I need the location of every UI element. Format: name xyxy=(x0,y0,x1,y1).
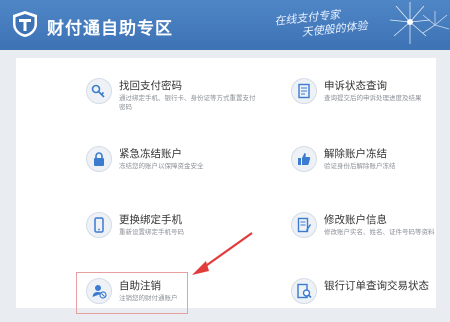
header-bar: 财付通自助专区 在线支付专家 天使般的体验 xyxy=(0,0,450,50)
dandelion-small-icon xyxy=(422,11,450,34)
item-desc: 查询提交后的申诉处理进度及结果 xyxy=(324,95,422,102)
bank-order-query-item[interactable]: 银行订单查询交易状态 xyxy=(291,278,450,322)
document-edit-icon xyxy=(291,212,317,238)
unfreeze-account-item[interactable]: 解除账户冻结 验证身份后解除账户冻结 xyxy=(291,146,450,190)
phone-icon xyxy=(86,212,112,238)
item-title: 银行订单查询交易状态 xyxy=(324,280,429,292)
modify-account-info-item[interactable]: 修改账户信息 修改账户实名、姓名、证件号码等资料 xyxy=(291,212,450,256)
find-payment-password-item[interactable]: 找回支付密码 通过绑定手机、银行卡、身份证等方式重置支付 密码 xyxy=(86,78,266,122)
red-arrow-annotation-icon xyxy=(192,232,253,275)
item-title: 找回支付密码 xyxy=(119,80,182,92)
item-desc: 验证身份后解除账户冻结 xyxy=(324,163,396,170)
document-icon xyxy=(291,78,317,104)
page-title: 财付通自助专区 xyxy=(47,19,173,38)
tenpay-shield-logo-icon xyxy=(13,11,37,37)
key-icon xyxy=(86,78,112,104)
item-title: 申诉状态查询 xyxy=(324,80,387,92)
item-title: 修改账户信息 xyxy=(324,214,387,226)
emergency-freeze-item[interactable]: 紧急冻结账户 冻结您的账户以保障资金安全 xyxy=(86,146,266,190)
appeal-status-query-item[interactable]: 申诉状态查询 查询提交后的申诉处理进度及结果 xyxy=(291,78,450,122)
item-title: 更换绑定手机 xyxy=(119,214,182,226)
lock-icon xyxy=(86,146,112,172)
item-title: 解除账户冻结 xyxy=(324,148,387,160)
item-desc: 修改账户实名、姓名、证件号码等资料 xyxy=(324,229,435,236)
search-document-icon xyxy=(291,278,317,304)
item-desc: 冻结您的账户以保障资金安全 xyxy=(119,163,204,170)
item-desc: 重新设置绑定手机号码 xyxy=(119,229,184,236)
highlight-box xyxy=(76,272,188,314)
thumbs-up-icon xyxy=(291,146,317,172)
item-title: 紧急冻结账户 xyxy=(119,148,182,160)
item-desc: 通过绑定手机、银行卡、身份证等方式重置支付 密码 xyxy=(119,95,256,111)
slogan: 在线支付专家 天使般的体验 xyxy=(274,5,368,42)
